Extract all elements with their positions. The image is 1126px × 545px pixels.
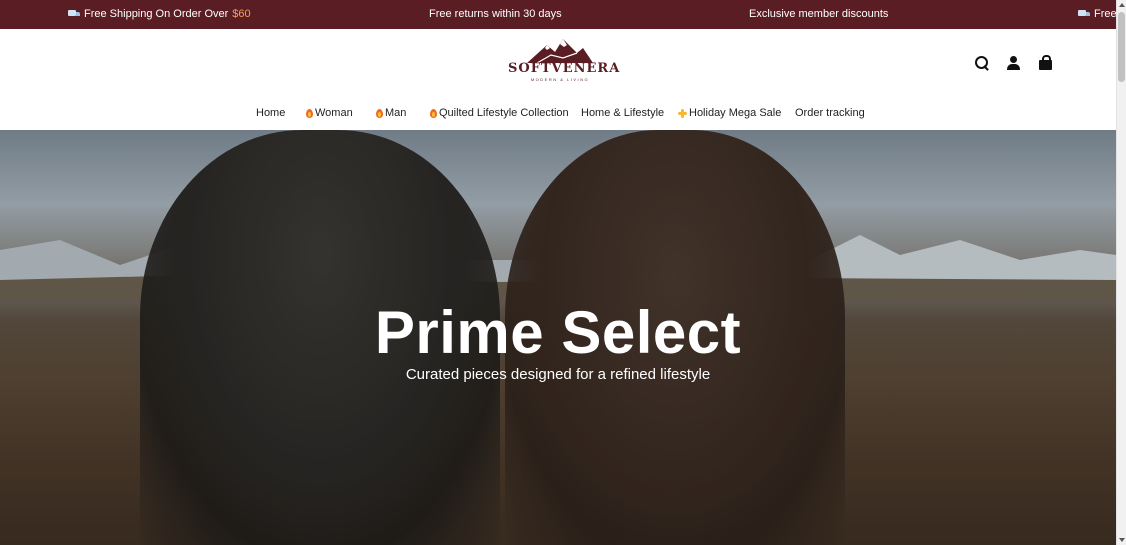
announcement-text: Free S	[1094, 8, 1116, 20]
announcement-message-shipping: Free Shipping On Order Over $60	[68, 8, 251, 20]
hero-subtitle: Curated pieces designed for a refined li…	[405, 366, 711, 383]
logo-tagline: MODERN & LIVING	[530, 77, 590, 82]
announcement-text: Free Shipping On Order Over	[84, 8, 229, 20]
site-header: SOFTVENERA MODERN & LIVING Home Woman Ma…	[0, 29, 1116, 130]
announcement-message-discounts: Exclusive member discounts	[749, 8, 888, 20]
scrollbar-thumb[interactable]	[1118, 12, 1125, 82]
main-nav: Home Woman Man Quilted Lifestyle Collect…	[0, 107, 1116, 123]
logo-brand: SOFTVENERA	[508, 61, 621, 76]
nav-item-label: Home	[256, 107, 286, 119]
sparkle-icon	[678, 108, 687, 118]
announcement-text: Free returns within 30 days	[429, 8, 562, 20]
scroll-up-arrow-icon[interactable]	[1119, 3, 1125, 7]
nav-item-holiday-mega-sale[interactable]: Holiday Mega Sale	[678, 107, 781, 119]
nav-item-label: Quilted Lifestyle Collection	[439, 107, 569, 119]
truck-icon	[1078, 10, 1090, 18]
nav-item-order-tracking[interactable]: Order tracking	[795, 107, 865, 119]
page-scrollbar[interactable]	[1116, 0, 1126, 545]
nav-item-man[interactable]: Man	[376, 107, 406, 119]
nav-item-label: Man	[385, 107, 407, 119]
bag-icon[interactable]	[1038, 55, 1054, 71]
flame-icon	[430, 108, 437, 118]
hero-banner: Prime Select Curated pieces designed for…	[0, 130, 1116, 545]
announcement-message-shipping-repeat: Free S	[1078, 8, 1116, 20]
nav-item-home-lifestyle[interactable]: Home & Lifestyle	[581, 107, 664, 119]
flame-icon	[306, 108, 313, 118]
announcement-text: Exclusive member discounts	[749, 8, 889, 20]
nav-item-home[interactable]: Home	[256, 107, 285, 119]
header-actions	[974, 55, 1054, 71]
nav-item-label: Woman	[315, 107, 353, 119]
shipping-threshold-price: $60	[232, 8, 251, 20]
mountain-logo-icon	[527, 39, 593, 63]
logo[interactable]: SOFTVENERA MODERN & LIVING	[508, 39, 621, 87]
flame-icon	[376, 108, 383, 118]
announcement-bar: Free Shipping On Order Over $60 Free ret…	[0, 0, 1116, 29]
search-icon[interactable]	[974, 55, 990, 71]
nav-item-woman[interactable]: Woman	[306, 107, 353, 119]
account-icon[interactable]	[1006, 55, 1022, 71]
announcement-message-returns: Free returns within 30 days	[429, 8, 562, 20]
nav-item-label: Home & Lifestyle	[581, 107, 665, 119]
hero-title: Prime Select	[374, 299, 742, 366]
scroll-down-arrow-icon[interactable]	[1119, 538, 1125, 542]
truck-icon	[68, 10, 80, 18]
nav-item-label: Holiday Mega Sale	[689, 107, 782, 119]
nav-item-quilted-lifestyle-collection[interactable]: Quilted Lifestyle Collection	[430, 107, 569, 119]
nav-item-label: Order tracking	[795, 107, 865, 119]
